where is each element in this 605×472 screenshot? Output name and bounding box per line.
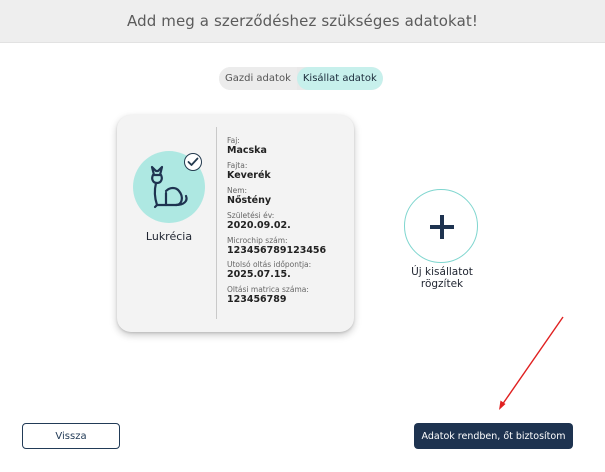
field-nem: Nem: Nőstény [227, 186, 352, 211]
header-bar: Add meg a szerződéshez szükséges adatoka… [0, 0, 605, 43]
field-faj: Faj: Macska [227, 136, 352, 161]
pet-details: Faj: Macska Fajta: Keverék Nem: Nőstény … [227, 136, 352, 310]
field-label: Oltási matrica száma: [227, 285, 309, 295]
field-value: Keverék [227, 169, 271, 181]
field-value: Nőstény [227, 194, 272, 206]
field-oltasi-matrica: Oltási matrica száma: 123456789 [227, 285, 352, 310]
card-divider [216, 127, 217, 319]
field-microchip: Microchip szám: 123456789123456 [227, 236, 352, 261]
cat-icon [150, 165, 188, 209]
field-value: 123456789123456 [227, 244, 327, 256]
add-pet-label-line1: Új kisállatot [411, 266, 473, 278]
field-label: Nem: [227, 185, 248, 195]
add-pet-label-line2: rögzítek [420, 278, 464, 290]
field-value: 2020.09.02. [227, 219, 291, 231]
pet-name: Lukrécia [145, 230, 193, 243]
add-pet-button[interactable] [404, 189, 478, 263]
page-title: Add meg a szerződéshez szükséges adatoka… [127, 12, 478, 30]
field-szuletesi-ev: Születési év: 2020.09.02. [227, 211, 352, 236]
plus-icon [430, 215, 454, 239]
pet-card[interactable]: Lukrécia Faj: Macska Fajta: Keverék Nem:… [117, 115, 354, 332]
field-label: Microchip szám: [227, 235, 288, 245]
tab-gazdi-adatok[interactable]: Gazdi adatok [219, 67, 297, 90]
tab-kisallat-adatok[interactable]: Kisállat adatok [296, 67, 383, 90]
field-value: 123456789 [227, 294, 287, 306]
field-value: 2025.07.15. [227, 269, 291, 281]
field-utolso-oltas: Utolsó oltás időpontja: 2025.07.15. [227, 260, 352, 285]
field-label: Faj: [227, 136, 240, 145]
confirm-insure-button[interactable]: Adatok rendben, őt biztosítom [414, 423, 573, 449]
back-button[interactable]: Vissza [22, 423, 120, 449]
selected-check-icon[interactable] [184, 153, 202, 171]
field-value: Macska [227, 145, 267, 156]
field-label: Születési év: [227, 210, 275, 220]
field-label: Utolsó oltás időpontja: [227, 260, 312, 270]
add-pet-label[interactable]: Új kisállatot rögzítek [379, 266, 505, 290]
field-fajta: Fajta: Keverék [227, 161, 352, 186]
tab-switcher: Gazdi adatok Kisállat adatok [219, 67, 383, 90]
field-label: Fajta: [227, 160, 248, 170]
